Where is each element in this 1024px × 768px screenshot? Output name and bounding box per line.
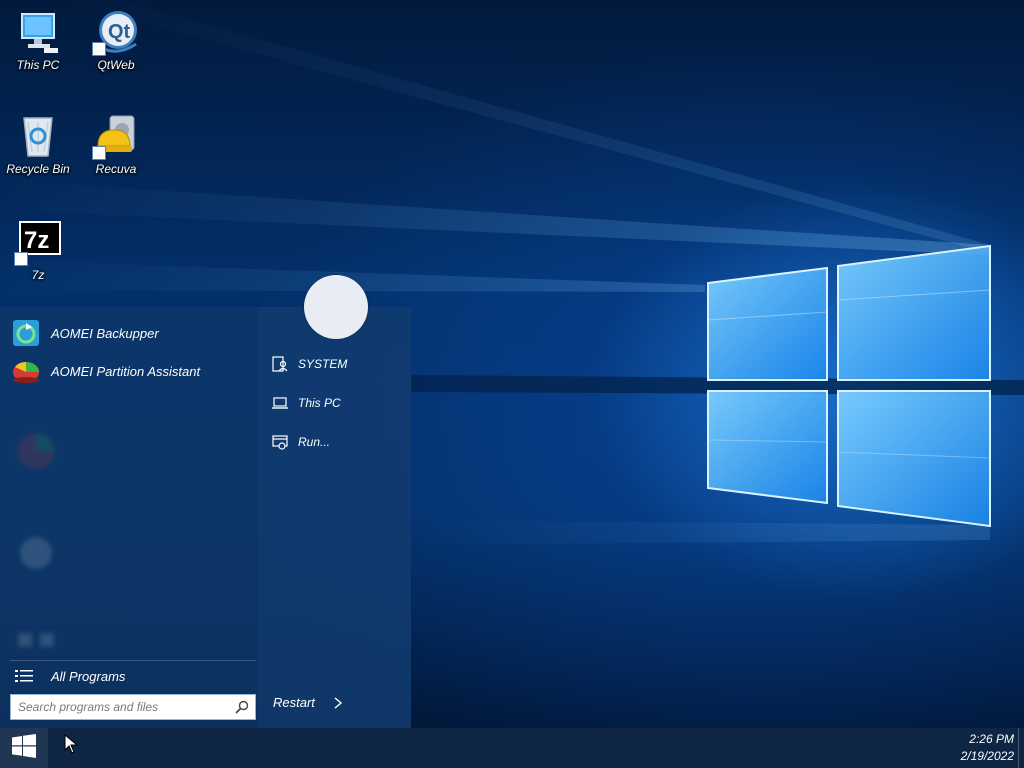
start-menu-places-pane: SYSTEM This PC Run... Restart — [258, 275, 411, 728]
all-programs-label: All Programs — [51, 668, 126, 684]
app-item-aomei-backupper[interactable]: AOMEI Backupper — [10, 317, 250, 349]
clock-time: 2:26 PM — [969, 732, 1014, 746]
start-menu: AOMEI Backupper AOMEI Partition Assistan… — [0, 275, 411, 728]
list-icon — [15, 669, 33, 683]
taskbar: 2:26 PM 2/19/2022 — [0, 728, 1024, 768]
desktop-icon-label: QtWeb — [97, 58, 135, 72]
shortcut-arrow-icon — [92, 42, 106, 56]
recuva-icon — [92, 112, 140, 160]
restart-button[interactable]: Restart — [273, 695, 343, 710]
app-item-label: AOMEI Backupper — [51, 325, 159, 341]
desktop-icon-label: Recuva — [95, 162, 137, 176]
shortcut-arrow-icon — [92, 146, 106, 160]
desktop-icon-this-pc[interactable]: This PC — [0, 8, 76, 72]
search-input[interactable] — [11, 696, 235, 718]
chevron-right-icon[interactable] — [333, 696, 343, 709]
user-folder-icon — [272, 356, 288, 372]
search-box[interactable] — [10, 694, 256, 720]
run-icon — [272, 434, 288, 450]
show-desktop-button[interactable] — [1018, 728, 1024, 768]
places-item-run[interactable]: Run... — [272, 431, 330, 453]
desktop-icon-qtweb[interactable]: Qt QtWeb — [78, 8, 154, 72]
laptop-icon — [272, 395, 288, 411]
places-item-label: Run... — [298, 435, 331, 449]
svg-text:7z: 7z — [24, 227, 49, 254]
faded-app-icon — [12, 529, 60, 577]
recycle-bin-icon — [14, 112, 62, 160]
search-icon[interactable] — [235, 700, 249, 714]
places-item-label: This PC — [298, 396, 341, 410]
start-menu-programs-pane: AOMEI Backupper AOMEI Partition Assistan… — [0, 307, 258, 728]
places-item-label: SYSTEM — [298, 357, 348, 371]
start-button[interactable] — [0, 728, 48, 768]
app-item-label: AOMEI Partition Assistant — [51, 363, 201, 379]
shortcut-arrow-icon — [14, 252, 28, 266]
desktop-icon-recuva[interactable]: Recuva — [78, 112, 154, 176]
clock-date: 2/19/2022 — [960, 749, 1014, 763]
svg-text:Qt: Qt — [108, 21, 131, 43]
mouse-cursor-icon — [64, 733, 79, 754]
computer-icon — [14, 8, 62, 56]
places-item-system[interactable]: SYSTEM — [272, 353, 347, 375]
taskbar-clock[interactable]: 2:26 PM 2/19/2022 — [961, 731, 1014, 765]
7zip-icon: 7z — [14, 218, 62, 266]
desktop-icon-recycle-bin[interactable]: Recycle Bin — [0, 112, 76, 176]
aomei-partition-assistant-icon — [10, 355, 42, 387]
app-item-aomei-partition-assistant[interactable]: AOMEI Partition Assistant — [10, 355, 250, 387]
aomei-backupper-icon — [10, 317, 42, 349]
places-item-this-pc[interactable]: This PC — [272, 392, 341, 414]
restart-label: Restart — [273, 695, 315, 710]
desktop-icon-7z[interactable]: 7z 7z — [0, 218, 76, 282]
desktop-icon-label: Recycle Bin — [6, 162, 70, 176]
desktop-icon-label: 7z — [31, 268, 45, 282]
faded-app-icon — [12, 427, 60, 475]
qtweb-icon: Qt — [92, 8, 140, 56]
windows-logo-icon — [12, 733, 36, 763]
all-programs-button[interactable]: All Programs — [10, 660, 256, 691]
user-avatar[interactable] — [304, 275, 368, 339]
desktop-icon-label: This PC — [16, 58, 60, 72]
